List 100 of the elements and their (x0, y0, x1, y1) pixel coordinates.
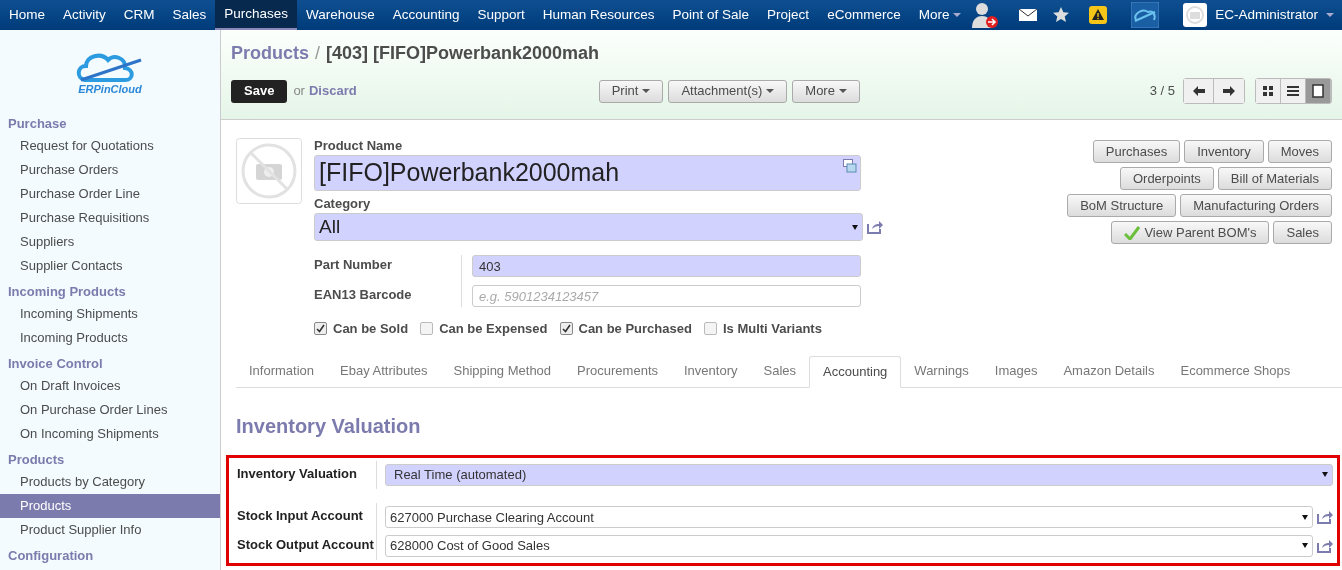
smart-button[interactable]: Bill of Materials (1217, 167, 1332, 190)
dropdown-button[interactable]: Attachment(s) (668, 79, 788, 103)
checkmark-icon (1124, 225, 1141, 240)
discard-link[interactable]: Discard (308, 81, 357, 101)
grid-icon (1262, 85, 1274, 97)
smart-button[interactable]: Orderpoints (1119, 167, 1214, 190)
record-title: [403] [FIFO]Powerbank2000mah (326, 41, 600, 65)
menu-tab[interactable]: Purchases (215, 0, 298, 30)
menu-tab[interactable]: Human Resources (533, 0, 664, 30)
sidebar-item[interactable]: On Purchase Order Lines (0, 398, 220, 422)
tab[interactable]: Information (236, 355, 328, 388)
menu-tab[interactable]: Support (468, 0, 534, 30)
star-icon[interactable] (1053, 7, 1070, 23)
input-field[interactable]: e.g. 5901234123457 (472, 285, 861, 307)
product-name-field[interactable]: [FIFO]Powerbank2000mah (314, 155, 861, 191)
external-link-icon[interactable] (867, 220, 883, 234)
smart-button[interactable]: Manufacturing Orders (1180, 194, 1332, 217)
menu-tab[interactable]: eCommerce (818, 0, 910, 30)
input-field[interactable]: 403 (472, 255, 861, 277)
tab[interactable]: Images (981, 355, 1051, 388)
menu-tab[interactable]: CRM (114, 0, 164, 30)
view-switch-button[interactable] (1306, 79, 1331, 103)
sidebar-item[interactable]: Supplier Contacts (0, 254, 220, 278)
sidebar-item[interactable]: Products (0, 494, 220, 518)
avatar-icon (1183, 3, 1208, 27)
external-link-icon[interactable] (1317, 538, 1333, 553)
field-label: Stock Input Account (229, 503, 377, 532)
sidebar-item[interactable]: Purchase Orders (0, 158, 220, 182)
category-select[interactable]: All (314, 213, 863, 241)
dropdown-button[interactable]: Print (598, 79, 664, 103)
user-logout-icon[interactable] (971, 1, 1000, 29)
menu-tab[interactable]: Point of Sale (663, 0, 759, 30)
smart-button[interactable]: Purchases (1092, 140, 1181, 163)
breadcrumb-link[interactable]: Products (231, 39, 309, 67)
menu-tab[interactable]: Accounting (383, 0, 469, 30)
more-menu[interactable]: More (909, 4, 971, 26)
tab[interactable]: Inventory (671, 355, 751, 388)
caret-icon (766, 89, 775, 93)
account-select[interactable]: 627000 Purchase Clearing Account (385, 506, 1313, 529)
right-arrow-icon (1223, 86, 1235, 96)
field-label: Part Number (314, 257, 394, 273)
caret-icon (838, 89, 847, 93)
select-field[interactable]: Real Time (automated) (385, 463, 1333, 486)
breadcrumb-separator: / (315, 41, 321, 65)
smart-button[interactable]: Inventory (1184, 140, 1264, 163)
sidebar-item[interactable]: On Draft Invoices (0, 374, 220, 398)
checkbox[interactable] (420, 322, 434, 336)
form-icon (1312, 84, 1324, 98)
smart-button[interactable]: Moves (1267, 140, 1332, 163)
sidebar-heading: Purchase (7, 115, 68, 133)
checkbox[interactable] (559, 322, 573, 336)
cloud-logo-icon[interactable] (1131, 2, 1160, 28)
sidebar-item[interactable]: Product Supplier Info (0, 518, 220, 542)
sidebar-item[interactable]: Products by Category (0, 470, 220, 494)
sidebar-item[interactable]: Request for Quotations (0, 134, 220, 158)
or-text: or (293, 82, 305, 101)
tab[interactable]: Warnings (901, 355, 982, 388)
smart-button[interactable]: Sales (1273, 221, 1332, 244)
menu-tab[interactable]: Project (758, 0, 819, 30)
sidebar-item[interactable]: Suppliers (0, 230, 220, 254)
sidebar-heading: Incoming Products (7, 283, 127, 301)
menu-tab[interactable]: Activity (54, 0, 115, 30)
menu-tab[interactable]: Home (0, 0, 54, 30)
warning-icon[interactable] (1089, 6, 1108, 24)
field-label: Category (314, 196, 372, 212)
tab[interactable]: Shipping Method (440, 355, 565, 388)
sidebar-item[interactable]: Purchase Order Line (0, 182, 220, 206)
tab[interactable]: Ebay Attributes (327, 355, 441, 388)
translate-icon[interactable] (843, 159, 857, 173)
dropdown-button[interactable]: More (792, 79, 860, 103)
pager-counter: 3 / 5 (1149, 82, 1175, 101)
sidebar-item[interactable]: On Incoming Shipments (0, 422, 220, 446)
menu-tab[interactable]: Warehouse (297, 0, 384, 30)
left-arrow-icon (1192, 86, 1205, 96)
tab[interactable]: Accounting (809, 355, 902, 388)
smart-button[interactable]: View Parent BOM's (1111, 221, 1270, 244)
image-placeholder-icon (236, 138, 302, 204)
tab[interactable]: Sales (750, 355, 809, 388)
account-select[interactable]: 628000 Cost of Good Sales (385, 534, 1313, 557)
sidebar-item[interactable]: Purchase Requisitions (0, 206, 220, 230)
previous-button[interactable] (1184, 79, 1214, 103)
sidebar-heading: Products (7, 451, 66, 469)
sidebar-item[interactable]: Incoming Shipments (0, 302, 220, 326)
field-label: EAN13 Barcode (314, 287, 413, 303)
tab[interactable]: Procurements (564, 355, 671, 388)
tab[interactable]: Ecommerce Shops (1167, 355, 1304, 388)
tab[interactable]: Amazon Details (1050, 355, 1168, 388)
mail-icon[interactable] (1019, 9, 1038, 21)
next-button[interactable] (1214, 79, 1244, 103)
view-switch-button[interactable] (1256, 79, 1281, 103)
view-switch-button[interactable] (1281, 79, 1306, 103)
checkbox[interactable] (703, 322, 717, 336)
external-link-icon[interactable] (1317, 510, 1333, 525)
menu-tab[interactable]: Sales (163, 0, 216, 30)
smart-button[interactable]: BoM Structure (1067, 194, 1177, 217)
sidebar-heading: Configuration (7, 547, 95, 565)
sidebar-item[interactable]: Incoming Products (0, 326, 220, 350)
checkbox[interactable] (314, 322, 327, 336)
user-menu[interactable]: EC-Administrator (1215, 4, 1342, 26)
save-button[interactable]: Save (231, 79, 288, 103)
